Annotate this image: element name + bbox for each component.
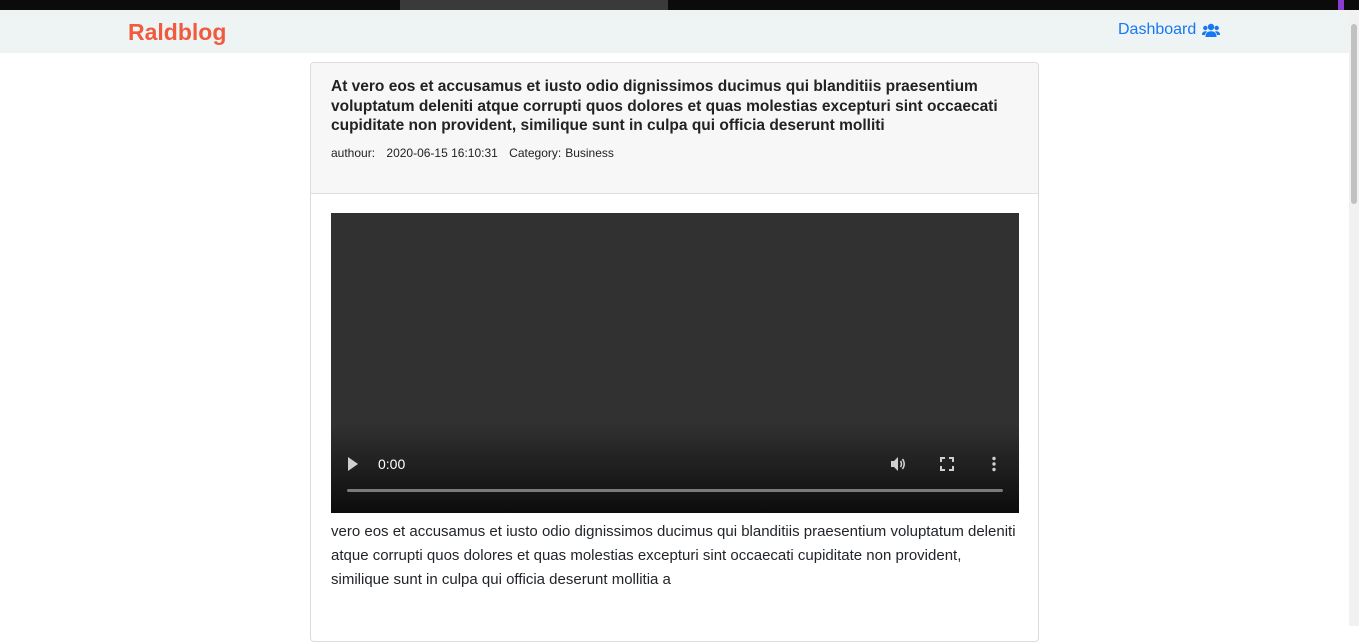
top-strip-accent (1338, 0, 1344, 10)
volume-icon[interactable] (891, 456, 907, 477)
video-time: 0:00 (378, 456, 406, 472)
browser-top-strip (0, 0, 1359, 10)
post-meta: authour: 2020-06-15 16:10:31 Category: Bu… (331, 146, 622, 160)
post-category[interactable]: Business (565, 146, 614, 160)
brand-logo[interactable]: Raldblog (128, 19, 226, 46)
post-card: At vero eos et accusamus et iusto odio d… (310, 62, 1039, 642)
video-progress-bar[interactable] (347, 489, 1003, 492)
users-icon (1202, 23, 1221, 38)
page-scrollbar[interactable] (1349, 10, 1359, 626)
navbar: Raldblog Dashboard (0, 10, 1349, 53)
more-options-icon[interactable] (991, 456, 997, 477)
video-controls: 0:00 (331, 453, 1019, 473)
dashboard-link[interactable]: Dashboard (1118, 21, 1221, 39)
scrollbar-thumb[interactable] (1351, 24, 1357, 204)
top-strip-segment (400, 0, 668, 10)
author-label: authour: (331, 146, 376, 160)
post-date: 2020-06-15 16:10:31 (386, 146, 498, 160)
dashboard-label: Dashboard (1118, 21, 1197, 38)
post-title: At vero eos et accusamus et iusto odio d… (331, 78, 998, 134)
play-icon[interactable] (347, 457, 359, 476)
video-player[interactable]: 0:00 (331, 213, 1019, 513)
fullscreen-icon[interactable] (940, 457, 954, 476)
post-body: vero eos et accusamus et iusto odio dign… (331, 523, 1016, 588)
category-label: Category: (509, 146, 562, 160)
post-header: At vero eos et accusamus et iusto odio d… (311, 63, 1038, 194)
